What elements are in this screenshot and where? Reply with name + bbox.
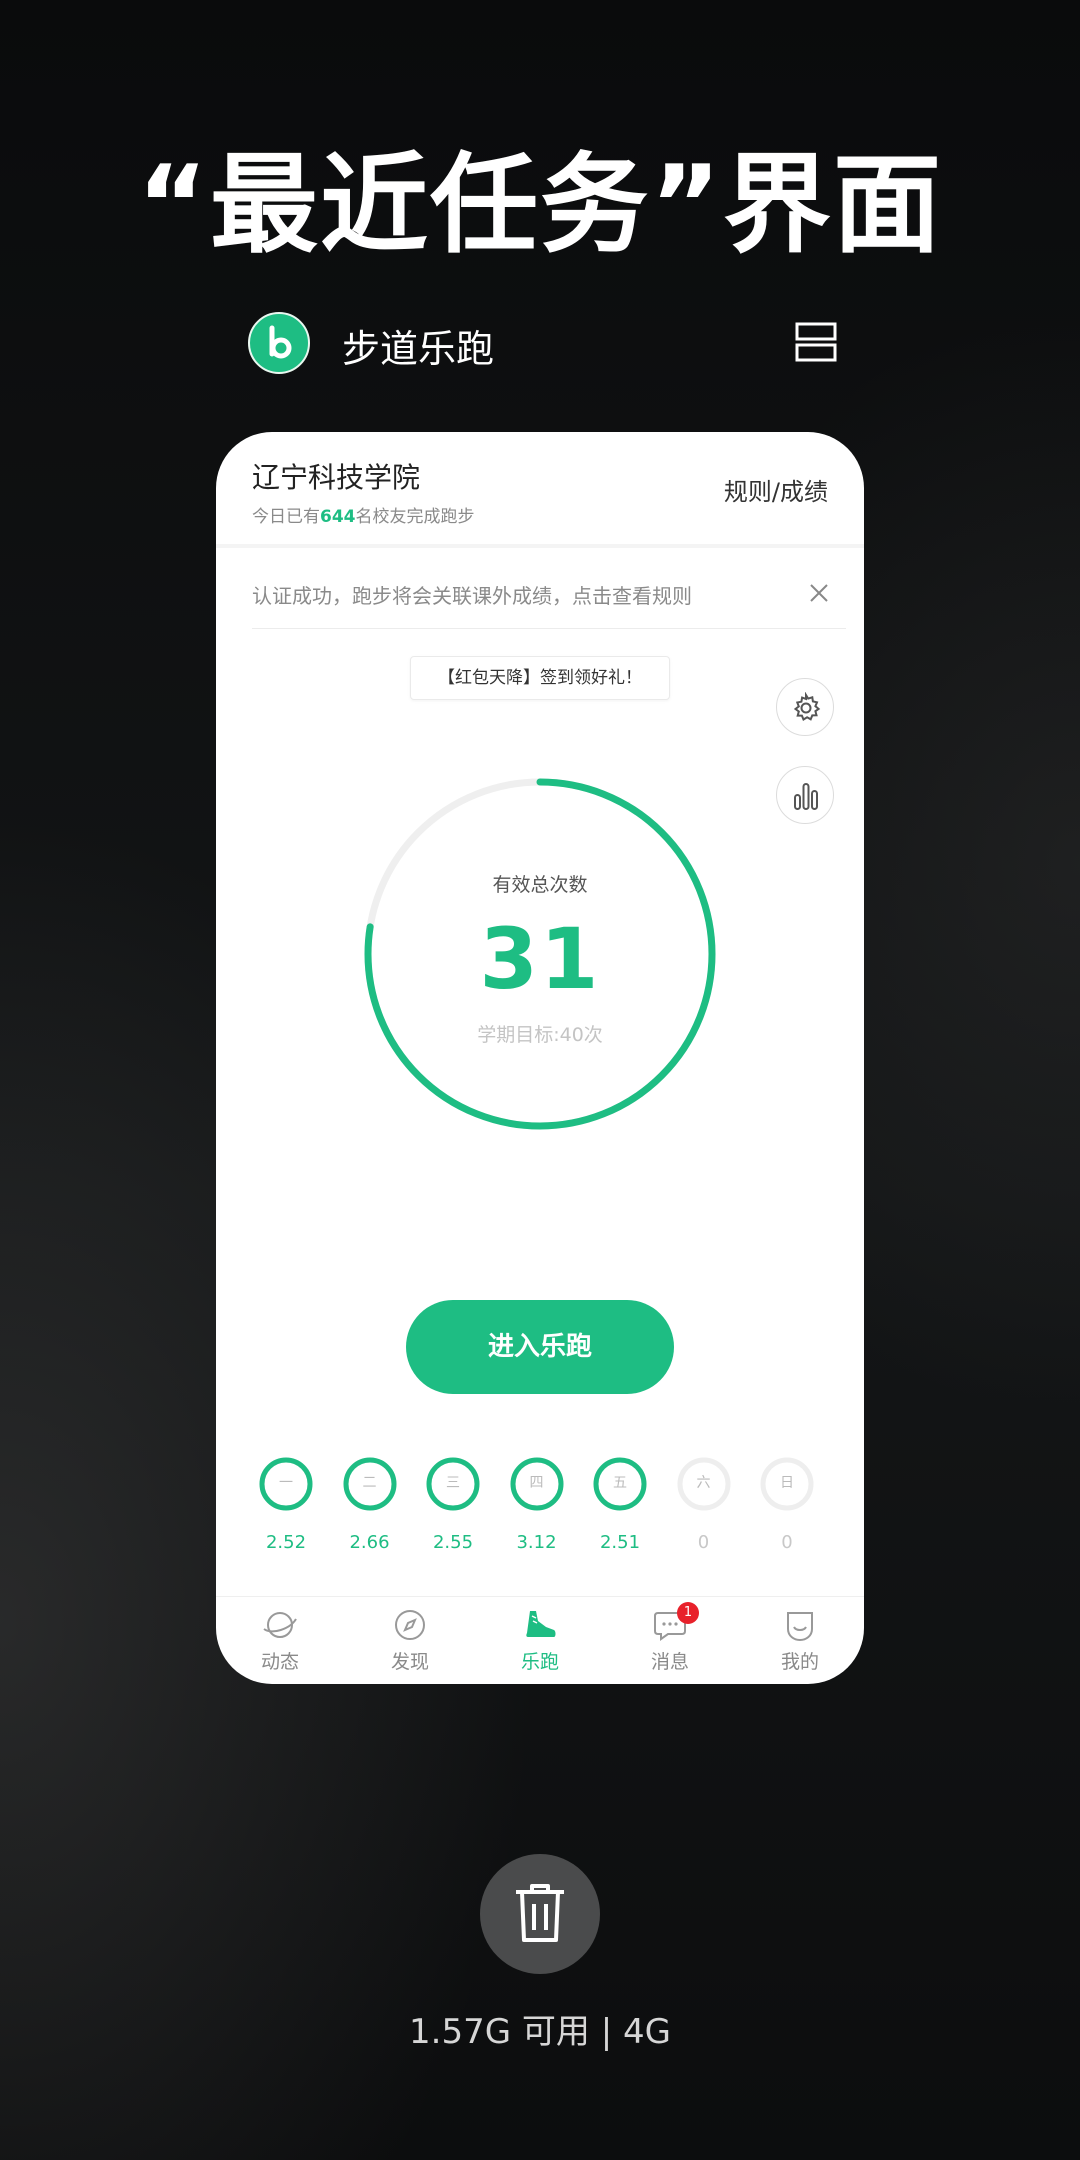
tab-item[interactable]: 动态 bbox=[226, 1597, 334, 1684]
day-item: 六0 bbox=[662, 1456, 746, 1566]
clear-all-button[interactable] bbox=[480, 1854, 600, 1974]
day-item: 一 2.52 bbox=[244, 1456, 328, 1566]
settings-button[interactable] bbox=[776, 678, 834, 736]
close-icon[interactable] bbox=[808, 582, 830, 604]
tab-item[interactable]: 我的 bbox=[746, 1597, 854, 1684]
page-headline: “最近任务”界面 bbox=[137, 143, 943, 268]
rules-score-link[interactable]: 规则/成绩 bbox=[724, 472, 828, 507]
semester-target: 学期目标:40次 bbox=[477, 1024, 603, 1046]
red-packet-promo[interactable]: 【红包天降】签到领好礼！ bbox=[410, 656, 670, 700]
tab-label: 乐跑 bbox=[520, 1651, 559, 1673]
tab-label: 动态 bbox=[260, 1651, 299, 1673]
day-distance: 3.12 bbox=[516, 1532, 557, 1553]
statistics-button[interactable] bbox=[776, 766, 834, 824]
day-distance: 2.52 bbox=[265, 1532, 307, 1553]
day-label: 三 bbox=[446, 1475, 460, 1491]
day-label: 六 bbox=[696, 1475, 711, 1491]
day-label: 日 bbox=[780, 1475, 794, 1491]
day-distance: 2.51 bbox=[599, 1532, 641, 1553]
day-distance: 0 bbox=[697, 1532, 710, 1553]
app-preview-card[interactable]: 辽宁科技学院 今日已有644名校友完成跑步 规则/成绩 认证成功，跑步将会关联课… bbox=[216, 432, 864, 1684]
day-distance: 0 bbox=[781, 1532, 793, 1553]
start-run-button[interactable]: 进入乐跑 bbox=[406, 1300, 674, 1394]
runners-prefix: 今日已有 bbox=[252, 507, 320, 527]
today-runners-info: 今日已有644名校友完成跑步 bbox=[252, 502, 475, 527]
day-label: 二 bbox=[362, 1475, 377, 1491]
tab-item[interactable]: 乐跑 bbox=[486, 1597, 594, 1684]
day-item: 三 2.55 bbox=[411, 1456, 495, 1566]
day-label: 四 bbox=[529, 1475, 544, 1491]
day-label: 五 bbox=[613, 1475, 627, 1491]
total-runs-value: 31 bbox=[479, 910, 601, 1008]
total-runs-label: 有效总次数 bbox=[492, 874, 588, 896]
runners-suffix: 名校友完成跑步 bbox=[355, 507, 475, 527]
day-distance: 2.66 bbox=[349, 1532, 390, 1553]
app-name: 步道乐跑 bbox=[342, 327, 495, 371]
tab-item[interactable]: 发现 bbox=[356, 1597, 464, 1684]
runners-count: 644 bbox=[320, 507, 356, 527]
auth-notice[interactable]: 认证成功，跑步将会关联课外成绩，点击查看规则 bbox=[252, 580, 692, 609]
memory-status: 1.57G 可用 | 4G bbox=[409, 2012, 671, 2052]
day-item: 二 2.66 bbox=[328, 1456, 412, 1566]
school-name: 辽宁科技学院 bbox=[252, 461, 421, 494]
unread-badge: 1 bbox=[677, 1602, 699, 1624]
day-label: 一 bbox=[279, 1475, 293, 1491]
recent-app-header[interactable]: 步道乐跑 bbox=[248, 312, 838, 376]
tab-item[interactable]: 1 消息 bbox=[616, 1597, 724, 1684]
day-item: 四 3.12 bbox=[495, 1456, 579, 1566]
day-distance: 2.55 bbox=[432, 1532, 474, 1553]
notice-divider bbox=[252, 628, 846, 629]
trash-icon bbox=[516, 1884, 564, 1942]
weekly-distance-row: 一 2.52 二 2.66 三 2.55 四 3.12 五 2.51 六 0 日 0 bbox=[244, 1456, 844, 1566]
day-item: 日0 bbox=[745, 1456, 829, 1566]
split-screen-icon[interactable] bbox=[794, 320, 838, 364]
day-item: 五 2.51 bbox=[578, 1456, 662, 1566]
tab-label: 我的 bbox=[780, 1651, 819, 1673]
bar-chart-icon bbox=[794, 783, 818, 810]
bottom-tab-bar: 动态 发现 乐跑 1 消息 我的 bbox=[216, 1596, 864, 1684]
app-logo-icon bbox=[248, 312, 310, 374]
gear-icon bbox=[793, 692, 821, 721]
tab-label: 消息 bbox=[650, 1651, 689, 1673]
tab-label: 发现 bbox=[390, 1651, 429, 1673]
header-divider bbox=[216, 544, 864, 548]
